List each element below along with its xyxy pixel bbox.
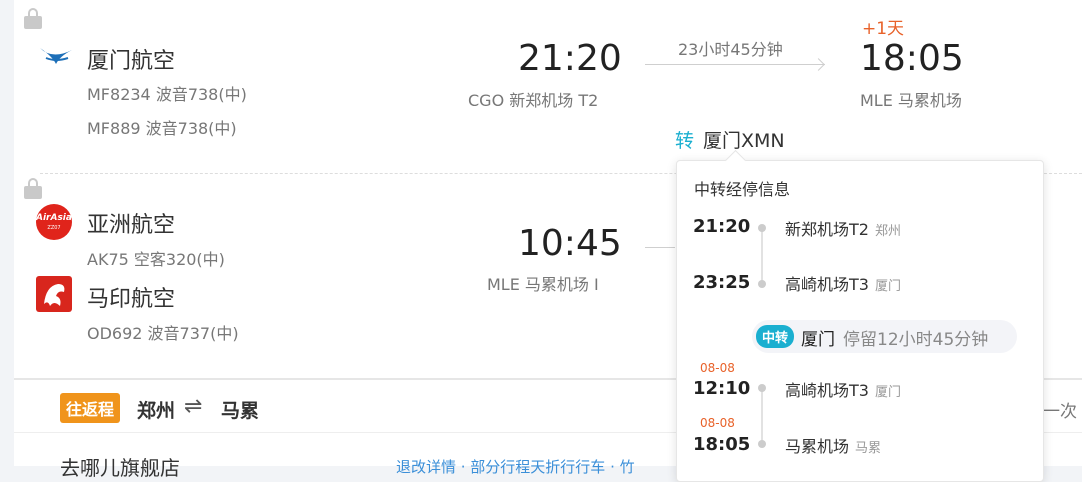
flight-leg-info: MF889 波音738(中) — [87, 119, 237, 138]
stop-date: 08-08 — [700, 416, 735, 430]
timeline-dot — [758, 384, 766, 392]
timeline-dot — [758, 224, 766, 232]
stop-airport: 高崎机场T3 厦门 — [785, 381, 901, 400]
trip-info-text: 一次 — [1043, 402, 1077, 422]
airline-name: 厦门航空 — [87, 49, 176, 74]
departure-time: 10:45 — [518, 223, 622, 264]
malindo-air-logo-icon — [36, 276, 72, 312]
day-offset-badge: +1天 — [862, 19, 905, 39]
arrival-airport: MLE 马累机场 — [860, 91, 962, 110]
timeline-dot — [758, 280, 766, 288]
airasia-logo-icon: AirAsia ZZ07 — [36, 204, 72, 240]
round-trip-tag: 往返程 — [60, 393, 121, 423]
stop-airport: 高崎机场T3 厦门 — [785, 275, 901, 294]
round-trip-arrow-icon: ⇌ — [184, 394, 203, 419]
route-from: 郑州 — [137, 400, 176, 422]
stop-time: 23:25 — [693, 272, 751, 293]
airline-name: 马印航空 — [87, 287, 176, 312]
flight-duration: 23小时45分钟 — [678, 40, 783, 59]
transfer-stay: 停留12小时45分钟 — [843, 330, 989, 350]
departure-airport: CGO 新郑机场 T2 — [468, 91, 599, 110]
duration-line — [645, 247, 675, 248]
stop-date: 08-08 — [700, 361, 735, 375]
xiamen-airlines-logo-icon — [40, 48, 72, 64]
timeline-line — [761, 228, 763, 284]
timeline-line — [761, 388, 763, 444]
popup-title: 中转经停信息 — [694, 180, 791, 199]
transfer-badge: 中转 — [756, 325, 795, 348]
transfer-label[interactable]: 转 — [675, 126, 694, 153]
airline-name: 亚洲航空 — [87, 213, 176, 238]
flight-leg-info: MF8234 波音738(中) — [87, 85, 247, 104]
stop-time: 18:05 — [693, 434, 751, 455]
refund-details-link[interactable]: 退改详情 · 部分行程天折行行车 · 竹 — [396, 456, 635, 477]
duration-line — [645, 64, 825, 65]
departure-time: 21:20 — [518, 38, 622, 79]
lock-icon — [24, 8, 42, 29]
lock-icon — [24, 178, 42, 199]
transfer-city-link[interactable]: 厦门XMN — [703, 126, 785, 153]
route-to: 马累 — [221, 400, 260, 422]
timeline-dot — [758, 440, 766, 448]
vendor-name: 去哪儿旗舰店 — [60, 456, 180, 480]
stop-time: 21:20 — [693, 216, 751, 237]
departure-airport: MLE 马累机场 I — [487, 275, 599, 294]
arrival-time: 18:05 — [860, 38, 964, 79]
stop-airport: 新郑机场T2 郑州 — [785, 220, 901, 239]
flight-leg-info: OD692 波音737(中) — [87, 324, 239, 343]
stop-airport: 马累机场 马累 — [785, 437, 882, 456]
flight-leg-info: AK75 空客320(中) — [87, 250, 225, 269]
stop-time: 12:10 — [693, 378, 751, 399]
transfer-city: 厦门 — [801, 330, 835, 350]
